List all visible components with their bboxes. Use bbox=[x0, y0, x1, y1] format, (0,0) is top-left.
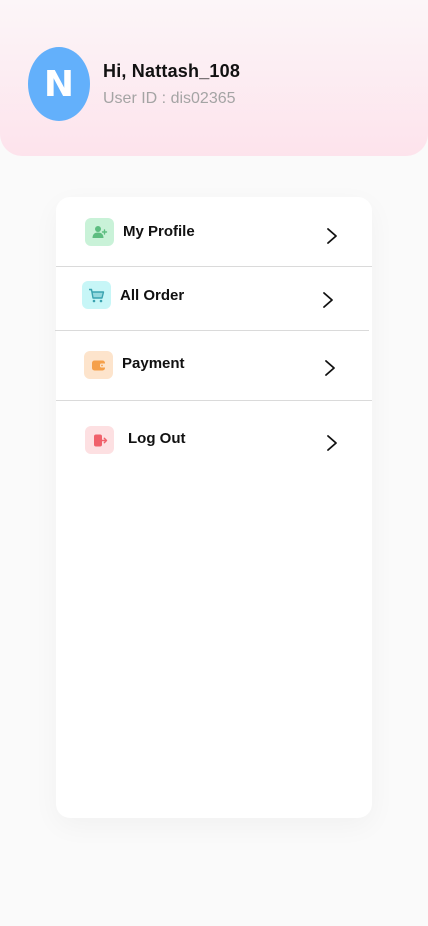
wallet-icon bbox=[84, 351, 113, 379]
add-user-icon bbox=[85, 218, 114, 246]
menu-label-all-order: All Order bbox=[120, 287, 185, 304]
menu-item-log-out[interactable]: Log Out bbox=[56, 401, 372, 481]
menu-item-all-order[interactable]: All Order bbox=[56, 267, 372, 330]
user-greeting: Hi, Nattash_108 bbox=[103, 61, 241, 81]
chevron-right-icon bbox=[327, 435, 337, 451]
avatar: N bbox=[28, 47, 90, 121]
menu-label-log-out: Log Out bbox=[128, 430, 186, 447]
chevron-right-icon bbox=[325, 360, 335, 376]
menu-item-my-profile[interactable]: My Profile bbox=[56, 197, 372, 266]
cart-icon bbox=[82, 281, 111, 309]
menu-label-my-profile: My Profile bbox=[123, 223, 195, 240]
user-id: User ID : dis02365 bbox=[103, 90, 236, 107]
logout-icon bbox=[85, 426, 114, 454]
menu-label-payment: Payment bbox=[122, 355, 185, 372]
menu-card: My Profile All Order Payment Log Out bbox=[55, 197, 372, 818]
chevron-right-icon bbox=[327, 228, 337, 244]
chevron-right-icon bbox=[323, 292, 333, 308]
profile-header: N Hi, Nattash_108 User ID : dis02365 bbox=[0, 0, 428, 156]
menu-item-payment[interactable]: Payment bbox=[56, 331, 372, 400]
